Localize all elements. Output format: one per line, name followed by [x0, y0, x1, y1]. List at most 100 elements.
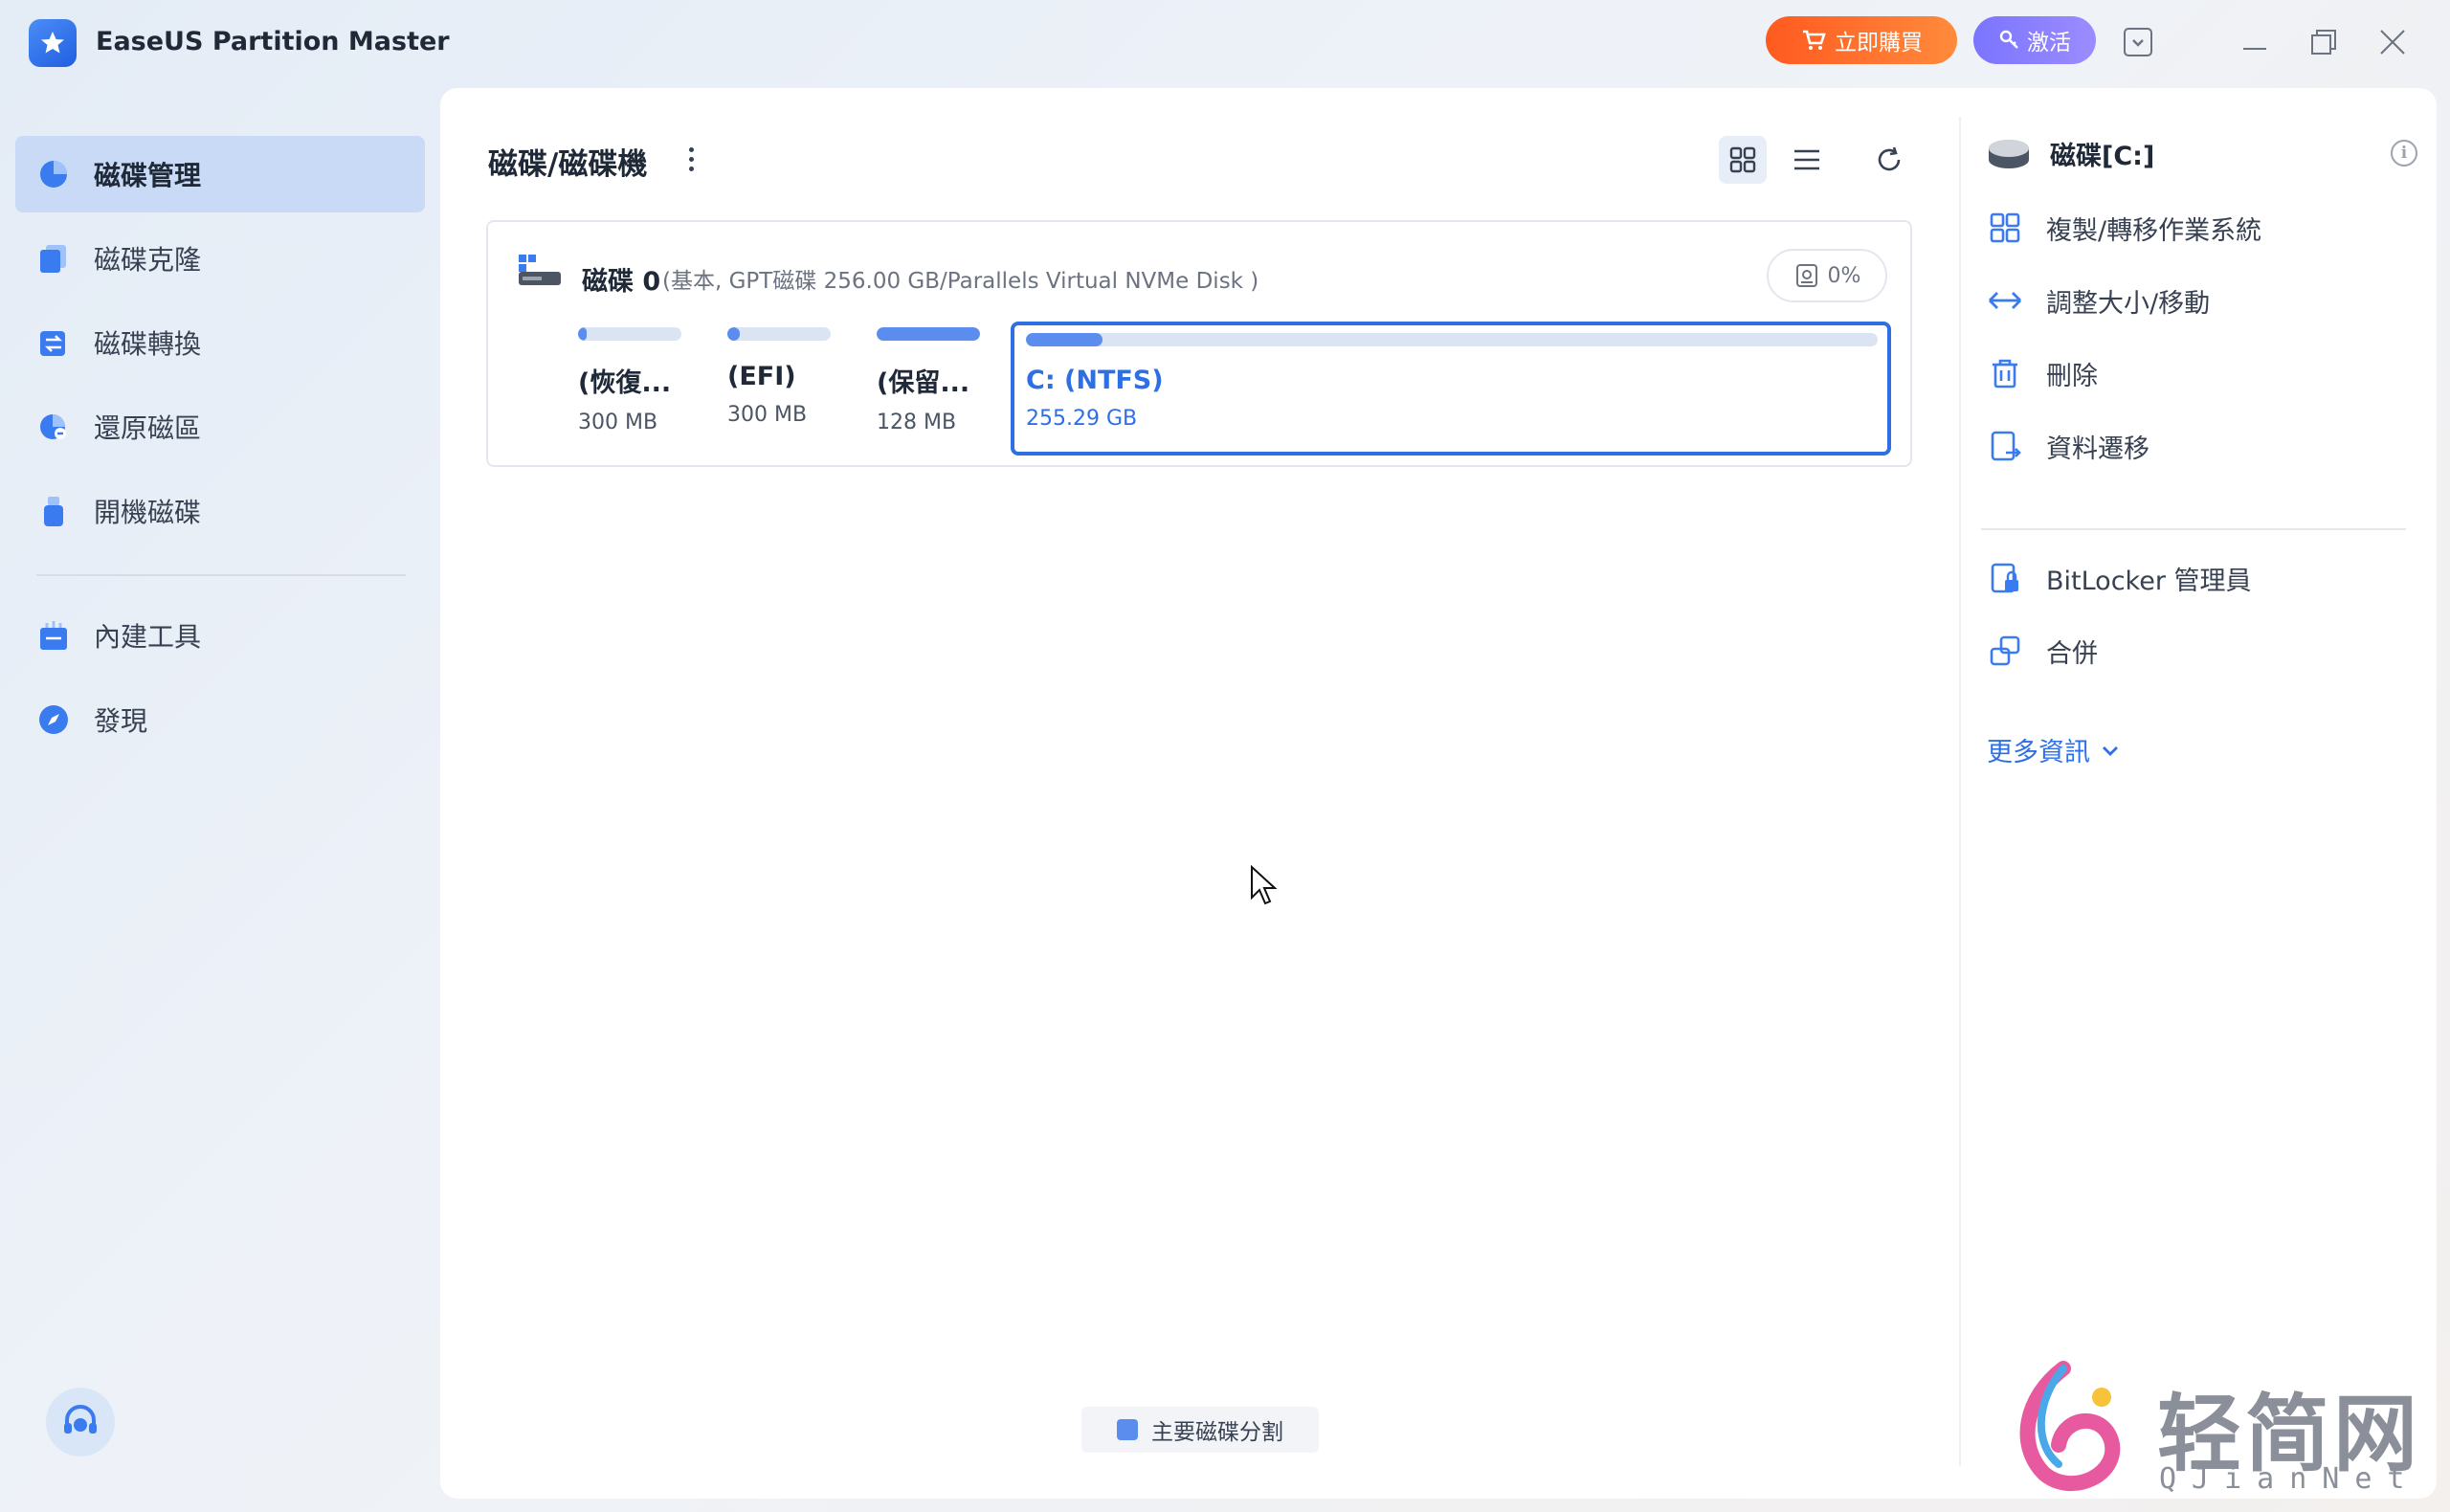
more-info-link[interactable]: 更多資訊 [1987, 731, 2121, 768]
trash-icon [1987, 355, 2023, 391]
sidebar-item-label: 磁碟轉換 [94, 328, 202, 360]
cart-icon [1803, 30, 1826, 50]
grid-view-icon[interactable] [1719, 136, 1767, 184]
partition-reserved[interactable]: (保留... 128 MB [877, 327, 980, 434]
partition-efi[interactable]: (EFI) 300 MB [727, 327, 831, 427]
action-divider [1981, 528, 2406, 530]
partition-label: (恢復... [578, 368, 672, 398]
partition-size: 128 MB [877, 411, 957, 434]
data-migrate-icon [1987, 428, 2023, 464]
sidebar-item-label: 磁碟管理 [94, 160, 202, 191]
action-label: 刪除 [2046, 361, 2098, 391]
action-label: BitLocker 管理員 [2046, 566, 2252, 596]
legend-swatch [1117, 1419, 1138, 1440]
partition-label: C: (NTFS) [1026, 366, 1164, 395]
partition-label: (EFI) [727, 362, 796, 391]
buy-now-button[interactable]: 立即購買 [1766, 16, 1957, 64]
partition-label: (保留... [877, 368, 970, 398]
main-panel: 磁碟/磁碟機 磁碟 0 (基本, GPT磁碟 256.00 GB/Paralle… [440, 88, 2437, 1499]
action-data-migration[interactable]: 資料遷移 [1987, 417, 2417, 475]
key-icon [1999, 30, 2018, 49]
resize-icon [1987, 282, 2023, 319]
convert-icon [36, 325, 71, 360]
sidebar: 磁碟管理 磁碟克隆 磁碟轉換 還原磁區 開機磁碟 內建工具 發現 [0, 88, 440, 1512]
bitlocker-icon [1987, 560, 2023, 596]
buy-now-label: 立即購買 [1835, 31, 1923, 56]
headset-icon [64, 1405, 97, 1434]
restore-icon[interactable] [2303, 21, 2345, 63]
disk-icon [1989, 140, 2029, 168]
watermark: 轻简网 QJianNet [1996, 1359, 2437, 1502]
action-label: 調整大小/移動 [2046, 288, 2211, 319]
sidebar-item-discover[interactable]: 發現 [15, 681, 425, 758]
sidebar-item-toolkit[interactable]: 內建工具 [15, 597, 425, 674]
action-migrate-os[interactable]: 複製/轉移作業系統 [1987, 199, 2417, 256]
more-options-icon[interactable] [679, 142, 702, 176]
disk-card[interactable]: 磁碟 0 (基本, GPT磁碟 256.00 GB/Parallels Virt… [486, 220, 1912, 467]
info-icon[interactable]: i [2391, 140, 2417, 167]
action-delete[interactable]: 刪除 [1987, 345, 2417, 402]
support-chat-button[interactable] [46, 1388, 115, 1456]
mouse-cursor-icon [1250, 864, 1279, 911]
merge-icon [1987, 633, 2023, 669]
action-label: 合併 [2046, 638, 2098, 669]
dropdown-menu-icon[interactable] [2117, 21, 2159, 63]
action-bitlocker[interactable]: BitLocker 管理員 [1987, 549, 2417, 607]
partition-fill [578, 327, 587, 341]
sidebar-item-label: 還原磁區 [94, 412, 202, 444]
sidebar-item-label: 磁碟克隆 [94, 244, 202, 276]
sidebar-item-disk-convert[interactable]: 磁碟轉換 [15, 304, 425, 381]
partition-size: 300 MB [578, 411, 658, 434]
close-icon[interactable] [2372, 21, 2414, 63]
sidebar-divider [36, 574, 406, 576]
action-resize-move[interactable]: 調整大小/移動 [1987, 272, 2417, 329]
legend-label: 主要磁碟分割 [1151, 1420, 1283, 1445]
activate-label: 激活 [2027, 31, 2071, 56]
list-view-icon[interactable] [1783, 136, 1831, 184]
sidebar-item-label: 發現 [94, 705, 148, 737]
panel-divider [1959, 117, 1961, 1466]
disk-name: 磁碟 0 [582, 267, 661, 297]
clone-icon [36, 241, 71, 276]
action-label: 複製/轉移作業系統 [2046, 215, 2262, 246]
minimize-icon[interactable] [2234, 21, 2276, 63]
selected-partition-title: 磁碟[C:] [2050, 141, 2155, 171]
partition-fill [1026, 333, 1103, 346]
watermark-subtext: QJianNet [2159, 1462, 2420, 1496]
disk-usage-icon [1795, 264, 1817, 287]
sidebar-item-bootable-media[interactable]: 開機磁碟 [15, 473, 425, 549]
sidebar-item-label: 內建工具 [94, 621, 202, 653]
migrate-os-icon [1987, 210, 2023, 246]
selected-partition-header: 磁碟[C:] i [1987, 126, 2417, 180]
title-bar: EaseUS Partition Master 立即購買 激活 [0, 0, 2450, 88]
pie-chart-icon [36, 157, 71, 191]
sidebar-item-label: 開機磁碟 [94, 497, 202, 528]
chevron-down-icon [2103, 745, 2118, 756]
sidebar-item-partition-recovery[interactable]: 還原磁區 [15, 389, 425, 465]
watermark-logo-icon [2019, 1361, 2121, 1491]
app-logo-icon [29, 19, 77, 67]
action-label: 資料遷移 [2046, 434, 2149, 464]
disk-description: (基本, GPT磁碟 256.00 GB/Parallels Virtual N… [662, 269, 1259, 294]
disk-usage-badge: 0% [1767, 249, 1887, 302]
partition-recovery[interactable]: (恢復... 300 MB [578, 327, 681, 434]
legend: 主要磁碟分割 [1081, 1407, 1319, 1453]
partition-c-selected[interactable]: C: (NTFS) 255.29 GB [1011, 322, 1891, 456]
toolbox-icon [36, 618, 71, 653]
recover-icon [36, 410, 71, 444]
activate-button[interactable]: 激活 [1973, 16, 2096, 64]
page-title: 磁碟/磁碟機 [488, 147, 648, 182]
action-merge[interactable]: 合併 [1987, 622, 2417, 679]
usb-icon [36, 494, 71, 528]
partition-size: 255.29 GB [1026, 407, 1138, 431]
partition-fill [877, 327, 980, 341]
disk-drive-icon [517, 251, 563, 289]
partition-fill [727, 327, 740, 341]
sidebar-item-disk-clone[interactable]: 磁碟克隆 [15, 220, 425, 297]
partition-size: 300 MB [727, 403, 808, 427]
disk-usage-value: 0% [1827, 263, 1861, 288]
sidebar-item-disk-management[interactable]: 磁碟管理 [15, 136, 425, 212]
more-info-label: 更多資訊 [1987, 738, 2090, 767]
app-title: EaseUS Partition Master [96, 27, 450, 56]
refresh-icon[interactable] [1865, 136, 1913, 184]
